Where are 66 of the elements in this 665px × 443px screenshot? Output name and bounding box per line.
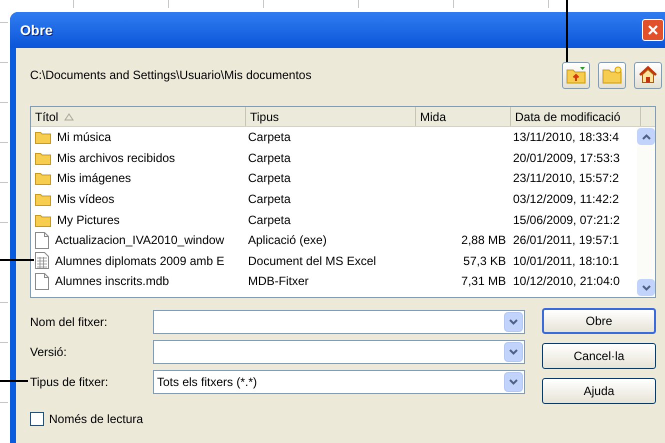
file-type: Aplicació (exe) — [247, 232, 328, 250]
close-button[interactable] — [642, 19, 664, 41]
modified-date: 15/06/2009, 07:21:2 — [512, 212, 621, 229]
modified-date: 03/12/2009, 11:42:2 — [512, 191, 620, 208]
file-name[interactable]: My Pictures — [31, 210, 246, 229]
column-header[interactable]: Data de modificació — [511, 107, 641, 126]
file-type: Carpeta — [247, 212, 292, 229]
scroll-up-icon — [642, 134, 650, 140]
window-title: Obre — [20, 20, 53, 40]
file-size: 57,3 KB — [463, 252, 506, 270]
file-name[interactable]: Alumnes diplomats 2009 amb E — [31, 252, 246, 270]
file-name[interactable]: Mi música — [31, 128, 246, 146]
scrollbar[interactable] — [637, 127, 655, 297]
folder-icon — [35, 192, 51, 206]
file-name[interactable]: Alumnes inscrits.mdb — [31, 272, 246, 290]
spreadsheet-icon — [35, 252, 49, 270]
file-name[interactable]: Actualizacion_IVA2010_window — [31, 231, 246, 250]
file-name[interactable]: Mis imágenes — [31, 169, 246, 188]
combo-box[interactable] — [153, 340, 525, 364]
new-folder-icon — [602, 66, 622, 84]
column-header[interactable]: Títol — [31, 107, 246, 126]
folder-up-icon — [566, 66, 586, 84]
scroll-down-icon — [642, 284, 650, 290]
dialog-button[interactable]: Cancel·la — [542, 343, 656, 369]
current-path: C:\Documents and Settings\Usuario\Mis documentos — [30, 67, 312, 84]
home-icon — [638, 66, 658, 84]
column-header[interactable]: Tipus — [246, 107, 416, 126]
dialog-button[interactable]: Ajuda — [542, 378, 656, 404]
modified-date: 10/12/2010, 21:04:0 — [512, 273, 621, 290]
modified-date: 13/11/2010, 18:33:4 — [512, 129, 620, 146]
toolbar-button[interactable] — [562, 62, 590, 88]
close-icon — [647, 24, 659, 36]
field-label: Versió: — [30, 344, 68, 361]
modified-date: 23/11/2010, 15:57:2 — [512, 170, 620, 188]
modified-date: 20/01/2009, 17:53:3 — [512, 150, 621, 167]
column-header[interactable]: Mida — [416, 107, 511, 126]
file-name[interactable]: Mis archivos recibidos — [31, 148, 246, 167]
file-type: MDB-Fitxer — [247, 273, 310, 290]
field-label: Nom del fitxer: — [30, 314, 108, 331]
field-label: Tipus de fitxer: — [30, 374, 110, 391]
document-icon — [35, 232, 49, 249]
folder-icon — [35, 171, 51, 186]
combo-box[interactable] — [153, 310, 525, 334]
document-icon — [35, 272, 49, 290]
modified-date: 26/01/2011, 19:57:1 — [512, 232, 620, 250]
toolbar-button[interactable] — [598, 62, 626, 88]
leader-line — [0, 259, 34, 261]
file-size: 7,31 MB — [461, 273, 506, 290]
folder-icon — [35, 150, 51, 165]
file-type: Carpeta — [247, 129, 292, 146]
file-name[interactable]: Mis vídeos — [31, 190, 246, 208]
leader-line — [0, 380, 28, 382]
checkbox[interactable] — [30, 412, 44, 426]
combo-box[interactable]: Tots els fitxers (*.*) — [153, 370, 525, 394]
file-type: Carpeta — [247, 150, 292, 167]
file-type: Document del MS Excel — [247, 252, 378, 270]
file-type: Carpeta — [247, 170, 292, 188]
folder-icon — [35, 212, 51, 227]
checkbox-label: Només de lectura — [49, 411, 144, 428]
folder-icon — [35, 130, 51, 144]
toolbar-button[interactable] — [634, 62, 662, 88]
leader-line — [566, 0, 568, 62]
file-type: Carpeta — [247, 191, 292, 208]
modified-date: 10/01/2011, 18:10:1 — [512, 252, 620, 270]
file-size: 2,88 MB — [461, 232, 506, 250]
dialog-button[interactable]: Obre — [542, 308, 656, 334]
